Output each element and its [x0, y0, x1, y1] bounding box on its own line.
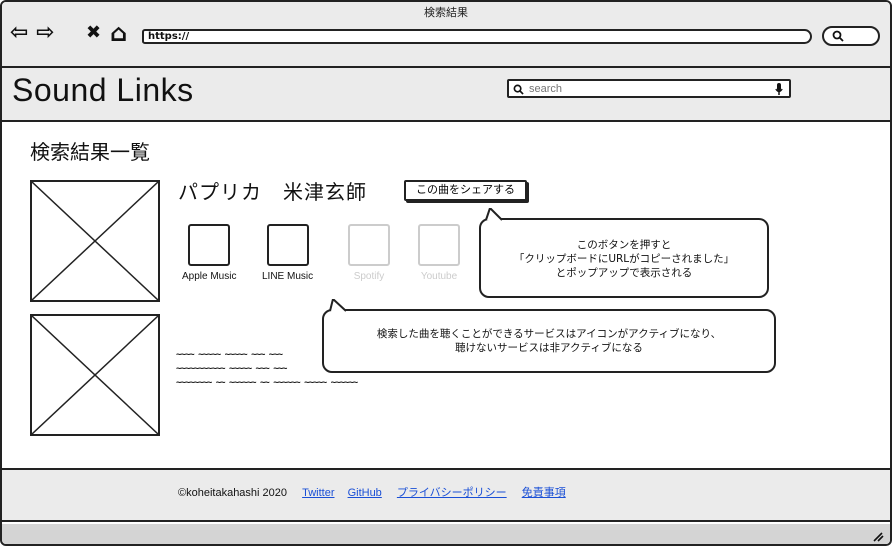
line-music-icon[interactable]	[266, 224, 309, 266]
browser-statusbar	[2, 524, 890, 544]
service-spotify: Spotify	[348, 224, 390, 282]
url-bar[interactable]: https://	[142, 29, 812, 44]
spotify-icon	[348, 224, 390, 266]
service-line-music[interactable]: LINE Music	[262, 224, 313, 282]
copyright-text: ©koheitakahashi 2020	[178, 487, 288, 499]
window-title: 検索結果	[424, 6, 468, 19]
service-label: Spotify	[353, 271, 385, 282]
footer-link-disclaimer[interactable]: 免責事項	[522, 487, 566, 499]
bubble-line: とポップアップで表示される	[555, 267, 693, 279]
footer-link-twitter[interactable]: Twitter	[302, 487, 334, 499]
apple-music-icon[interactable]	[188, 224, 231, 266]
main-content: 検索結果一覧 パプリカ 米津玄師 この曲をシェアする Apple Music L…	[2, 124, 890, 468]
home-icon[interactable]: ⌂	[110, 21, 127, 45]
microphone-icon[interactable]	[775, 83, 783, 96]
forward-arrow-icon[interactable]: ⇨	[36, 22, 54, 44]
footer-link-privacy[interactable]: プライバシーポリシー	[397, 487, 507, 499]
image-placeholder-icon	[32, 316, 158, 434]
service-youtube: Youtube	[418, 224, 460, 282]
footer-link-github[interactable]: GitHub	[348, 487, 382, 499]
bubble-tail	[329, 299, 347, 312]
placeholder-text-line: ~~~~~~~~~~~ ~~~~~ ~~~ ~~~	[176, 364, 287, 374]
search-input[interactable]	[529, 82, 759, 96]
placeholder-text-line: ~~~~ ~~~~~ ~~~~~ ~~~ ~~~	[176, 350, 283, 360]
youtube-icon	[418, 224, 460, 266]
song-thumbnail[interactable]	[30, 314, 160, 436]
service-apple-music[interactable]: Apple Music	[182, 224, 236, 282]
share-annotation-bubble: このボタンを押すと 「クリップボードにURLがコピーされました」 とポップアップ…	[479, 218, 769, 298]
search-box[interactable]	[507, 79, 791, 98]
resize-grip-icon[interactable]	[870, 528, 884, 542]
search-icon	[513, 84, 524, 95]
browser-search-button[interactable]	[822, 26, 880, 46]
search-icon	[832, 30, 844, 42]
song-thumbnail[interactable]	[30, 180, 160, 302]
bubble-line: このボタンを押すと	[576, 239, 672, 251]
app-logo[interactable]: Sound Links	[12, 72, 194, 109]
service-label: Apple Music	[182, 271, 237, 282]
browser-window: 検索結果 ⇦ ⇨ ✖ ⌂ https:// Sound Links search…	[0, 0, 892, 546]
service-label: LINE Music	[262, 271, 314, 282]
browser-titlebar: 検索結果 ⇦ ⇨ ✖ ⌂ https://	[2, 2, 890, 68]
service-label: Youtube	[420, 271, 458, 282]
bubble-line: 「クリップボードにURLがコピーされました」	[513, 253, 735, 265]
bubble-line: 聴けないサービスは非アクティブになる	[455, 342, 643, 354]
services-annotation-bubble: 検索した曲を聴くことができるサービスはアイコンがアクティブになり、 聴けないサー…	[322, 309, 776, 373]
back-arrow-icon[interactable]: ⇦	[10, 22, 28, 44]
share-song-button[interactable]: この曲をシェアする	[404, 180, 527, 201]
page-title: 検索結果一覧	[30, 140, 150, 164]
bubble-line: 検索した曲を聴くことができるサービスはアイコンがアクティブになり、	[376, 328, 722, 340]
image-placeholder-icon	[32, 182, 158, 300]
footer-content: ©koheitakahashi 2020 Twitter GitHub プライバ…	[178, 484, 566, 500]
bubble-tail	[485, 208, 503, 221]
close-icon[interactable]: ✖	[86, 22, 101, 44]
page-footer: ©koheitakahashi 2020 Twitter GitHub プライバ…	[2, 468, 890, 522]
app-header: Sound Links	[2, 68, 890, 122]
placeholder-text-line: ~~~~~~~~ ~~ ~~~~~~ ~~ ~~~~~~ ~~~~~ ~~~~~…	[176, 378, 358, 388]
song-title: パプリカ 米津玄師	[178, 180, 367, 204]
